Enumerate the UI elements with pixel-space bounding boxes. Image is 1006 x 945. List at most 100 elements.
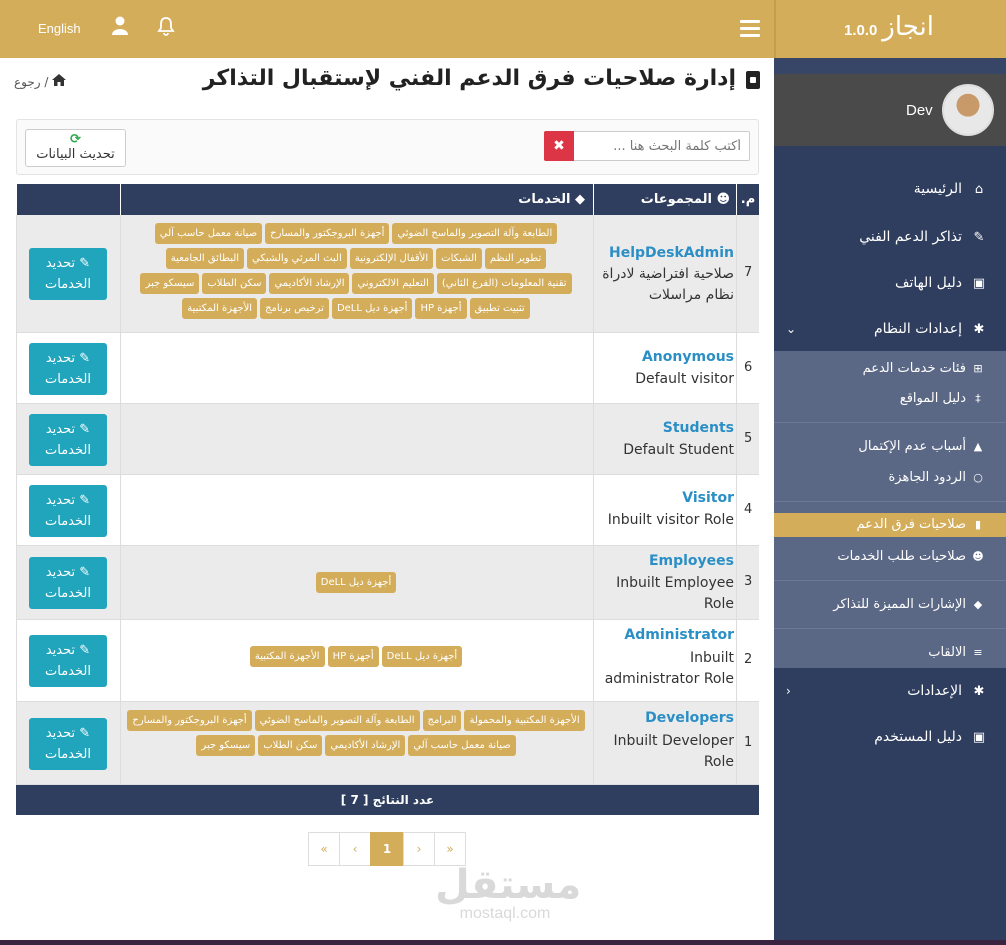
avatar[interactable] [942, 84, 994, 136]
service-tag: البطائق الجامعية [165, 248, 245, 269]
update-label: ✎ تحديد [45, 350, 91, 366]
page-next[interactable]: › [403, 832, 435, 866]
table-footer: عدد النتائج [ 7 ] [16, 785, 759, 815]
submenu-divider [774, 628, 1006, 629]
page-last[interactable]: » [434, 832, 466, 866]
submenu-divider [774, 501, 1006, 502]
watermark-logo: مستقل [435, 862, 582, 908]
update-services-button[interactable]: ✎ تحديد الخدمات [29, 635, 107, 687]
service-tag: الشبكات [436, 248, 482, 269]
brand-name[interactable]: انجاز [882, 12, 934, 42]
service-tag: تقنية المعلومات (الفرع الثاني) [436, 273, 572, 294]
brand-version: 1.0.0 [844, 22, 878, 39]
service-tag: البث المرئي والشبكي [247, 248, 347, 269]
group-description: Inbuilt visitor Role [607, 512, 734, 528]
table-row: 2 Administrator Inbuilt administrator Role… [16, 620, 759, 702]
page-header: إدارة صلاحيات فرق الدعم الفني لإستقبال ا… [0, 58, 774, 104]
row-number: 3 [744, 574, 753, 589]
warning-icon: ▲ [973, 440, 983, 453]
row-number: 4 [744, 501, 753, 517]
group-name-link[interactable]: Employees [649, 553, 734, 569]
group-name-link[interactable]: Administrator [624, 627, 734, 643]
table-header: ◆ الخدمات ☻ المجموعات م. [16, 184, 759, 215]
service-tag: الإرشاد الأكاديمي [325, 735, 406, 756]
submenu-item-locations[interactable]: ‡ دليل المواقع [774, 386, 1006, 412]
update-services-button[interactable]: ✎ تحديد الخدمات [29, 248, 107, 300]
id-badge-icon [746, 71, 760, 89]
home-icon: ⌂ [974, 182, 984, 197]
tags-icon: ◆ [973, 598, 983, 611]
service-tag: الأقفال الإلكترونية [349, 248, 434, 269]
service-tag: أجهزة HP [327, 646, 379, 667]
sidebar-item-system-settings[interactable]: ✱ إعدادات النظام ⌄ [774, 312, 1006, 348]
service-tag: البرامج [422, 710, 462, 731]
page-current[interactable]: 1 [370, 832, 404, 866]
submenu-item-support-team-permissions[interactable]: ▮ صلاحيات فرق الدعم [774, 513, 1006, 537]
submenu-item-ticket-flags[interactable]: ◆ الإشارات المميزة للتذاكر [774, 592, 1006, 618]
update-label: الخدمات [45, 371, 91, 387]
search-input[interactable] [544, 131, 750, 161]
language-switch[interactable]: English [38, 21, 81, 36]
update-services-button[interactable]: ✎ تحديد الخدمات [29, 484, 107, 537]
update-services-button[interactable]: ✎ تحديد الخدمات [29, 557, 107, 609]
sidebar-item-user-guide[interactable]: ▣ دليل المستخدم [774, 720, 1006, 756]
breadcrumb-separator: / [44, 75, 53, 89]
group-description: Default visitor [635, 371, 734, 387]
table-row: 7 HelpDeskAdmin صلاحية افتراضية لادراة نظا… [16, 215, 759, 333]
group-name-link[interactable]: Students [663, 420, 734, 436]
back-link[interactable]: رجوع [14, 75, 41, 89]
phonebook-icon: ▣ [972, 276, 986, 291]
service-tag: التعليم الالكتروني [352, 273, 434, 294]
sidebar-item-label: الرئيسية [913, 181, 962, 197]
header-actions [16, 184, 120, 215]
table-row: 3 Employees Inbuilt Employee Role أجهزة ديل… [16, 546, 759, 620]
service-tags: أجهزة ديل DeLL [123, 572, 589, 593]
table-row: 5 Students Default Student ✎ تحديد الخدمات [16, 404, 759, 475]
group-name-link[interactable]: Visitor [682, 490, 734, 506]
page-title: إدارة صلاحيات فرق الدعم الفني لإستقبال ا… [202, 66, 736, 91]
bottom-strip [0, 940, 1006, 945]
group-name-link[interactable]: Developers [645, 710, 734, 726]
service-tags: الأجهزة المكتبية والمحمولة البرامج الطابعة… [123, 710, 589, 756]
submenu-item-service-request-permissions[interactable]: ☻ صلاحيات طلب الخدمات [774, 544, 1006, 570]
table-row: 4 Visitor Inbuilt visitor Role ✎ تحديد الخدم… [16, 475, 759, 546]
user-icon[interactable] [112, 16, 134, 40]
service-tag: أجهزة ديل DeLL [331, 298, 413, 319]
sitemap-icon: ⊞ [973, 362, 983, 375]
sidebar-item-home[interactable]: ⌂ الرئيسية [774, 172, 1006, 208]
update-services-button[interactable]: ✎ تحديد الخدمات [29, 342, 107, 395]
submenu-item-titles[interactable]: ≡ الالقاب [774, 640, 1006, 666]
page-prev[interactable]: ‹ [339, 832, 371, 866]
sidebar-item-settings[interactable]: ✱ الإعدادات ‹ [774, 674, 1006, 710]
update-services-button[interactable]: ✎ تحديد الخدمات [29, 717, 107, 770]
brand-header: انجاز 1.0.0 [774, 0, 1006, 58]
toolbar-panel: ✖ ⟳ تحديث البيانات [16, 119, 759, 175]
submenu-item-incomplete-reasons[interactable]: ▲ أسباب عدم الإكتمال [774, 434, 1006, 460]
submenu-item-canned-replies[interactable]: ○ الردود الجاهزة [774, 465, 1006, 491]
service-tag: الطابعة وآلة التصوير والماسح الضوئي [392, 223, 558, 244]
group-name-link[interactable]: HelpDeskAdmin [609, 245, 734, 261]
sidebar-item-phonebook[interactable]: ▣ دليل الهاتف [774, 266, 1006, 302]
sidebar-item-tickets[interactable]: ✎ تذاكر الدعم الفني [774, 220, 1006, 256]
service-tag: أجهزة البروجكتور والمسارح [265, 223, 390, 244]
update-label: ✎ تحديد [45, 565, 91, 580]
submenu-item-label: أسباب عدم الإكتمال [858, 439, 966, 454]
row-number: 5 [744, 430, 753, 446]
update-label: الخدمات [45, 586, 91, 601]
submenu-item-support-categories[interactable]: ⊞ فئات خدمات الدعم [774, 356, 1006, 382]
refresh-button[interactable]: ⟳ تحديث البيانات [25, 129, 126, 167]
sliders-icon: ≡ [973, 646, 983, 659]
service-tag: تثبيت تطبيق [469, 298, 530, 319]
users-icon: ☻ [972, 550, 984, 563]
table-cell [120, 475, 593, 545]
group-name-link[interactable]: Anonymous [642, 349, 734, 365]
home-icon[interactable] [52, 74, 67, 86]
chevron-down-icon: ⌄ [786, 322, 797, 336]
update-services-button[interactable]: ✎ تحديد الخدمات [29, 413, 107, 466]
menu-toggle-icon[interactable] [740, 20, 760, 37]
page-first[interactable]: « [308, 832, 340, 866]
tags-icon: ◆ [570, 192, 585, 207]
bell-icon[interactable] [156, 16, 178, 40]
clear-search-button[interactable]: ✖ [544, 131, 574, 161]
service-tag: ترخيص برنامج [260, 298, 329, 319]
